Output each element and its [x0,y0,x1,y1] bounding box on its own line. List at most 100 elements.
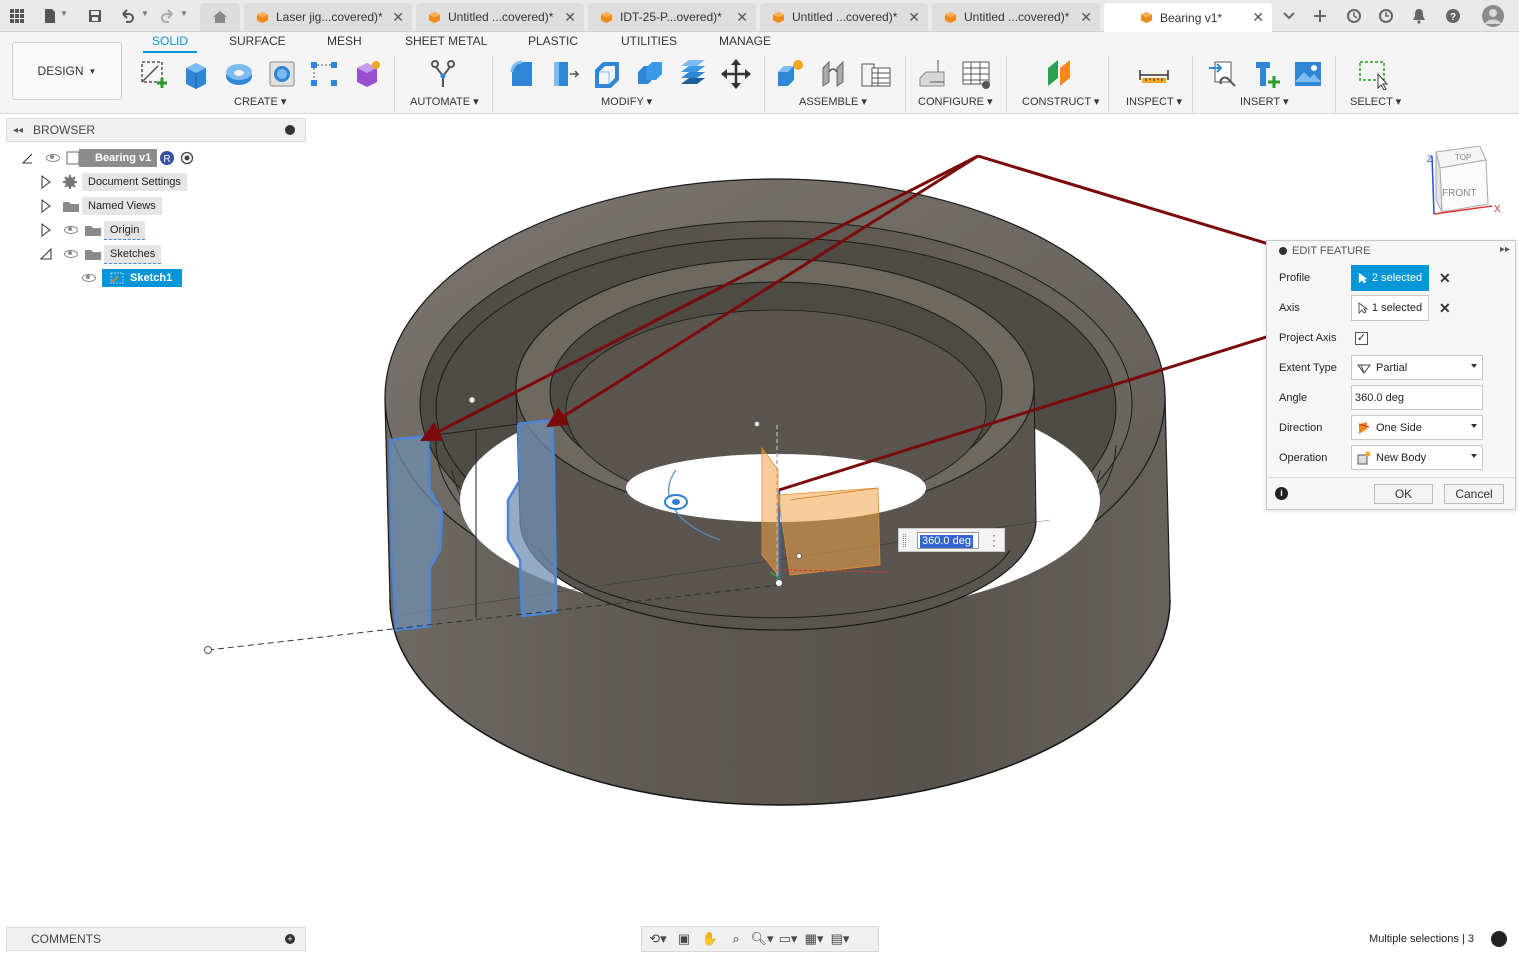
browser-panel-header[interactable]: ◂◂ BROWSER [6,118,306,142]
zoom-icon[interactable]: ⌕ [724,929,748,949]
more-options-icon[interactable]: · · · [992,529,996,551]
direction-dropdown[interactable]: One Side [1351,415,1483,440]
view-cube-front-label[interactable]: FRONT [1442,188,1476,199]
combine-icon[interactable] [632,56,668,92]
create-form-icon[interactable] [349,56,385,92]
measure-icon[interactable] [1136,56,1172,92]
group-create[interactable]: CREATE ▾ [234,95,286,108]
activate-radio-icon[interactable] [179,150,195,166]
expand-triangle-icon[interactable] [40,223,52,237]
display-settings-icon[interactable]: ▭▾ [776,929,800,949]
press-pull-icon[interactable] [504,56,540,92]
redo-caret-icon[interactable]: ▼ [180,9,188,18]
tab-mesh[interactable]: MESH [327,34,362,48]
notifications-bell-icon[interactable] [1407,4,1431,28]
comments-panel-header[interactable]: COMMENTS + [6,927,306,951]
tree-item-document-settings[interactable]: Document Settings [40,172,187,192]
new-component-icon[interactable] [772,56,808,92]
operation-dropdown[interactable]: New Body [1351,445,1483,470]
browser-pin-icon[interactable] [285,125,295,135]
clear-profile-icon[interactable]: ✕ [1439,270,1451,287]
info-icon[interactable]: i [1275,487,1288,500]
collapse-triangle-icon[interactable] [22,152,32,164]
tab-sheet-metal[interactable]: SHEET METAL [405,34,487,48]
expand-dialog-icon[interactable]: ▸▸ [1500,244,1510,255]
undo-caret-icon[interactable]: ▼ [141,9,149,18]
group-inspect[interactable]: INSPECT ▾ [1126,95,1182,108]
pan-hand-icon[interactable]: ✋ [698,929,722,949]
close-tab-icon[interactable]: ✕ [392,9,404,26]
profile-select-button[interactable]: 2 selected [1351,265,1429,291]
visibility-eye-icon[interactable] [46,154,60,162]
expand-triangle-icon[interactable] [40,199,52,213]
move-copy-icon[interactable] [718,56,754,92]
close-tab-icon[interactable]: ✕ [908,9,920,26]
expand-triangle-icon[interactable] [40,175,52,189]
collapse-browser-icon[interactable]: ◂◂ [13,125,23,136]
close-tab-icon[interactable]: ✕ [564,9,576,26]
viewports-icon[interactable]: ▤▾ [828,929,852,949]
angle-input-field[interactable]: 360.0 deg [917,532,979,549]
group-automate[interactable]: AUTOMATE ▾ [410,95,479,108]
group-select[interactable]: SELECT ▾ [1350,95,1401,108]
project-axis-checkbox[interactable]: ✓ [1355,332,1368,345]
axis-select-button[interactable]: 1 selected [1351,295,1429,321]
app-grid-icon[interactable] [5,4,29,28]
add-comment-icon[interactable]: + [285,934,295,944]
tab-bearing-v1[interactable]: Bearing v1* ✕ [1104,3,1272,32]
file-menu-icon[interactable] [38,4,62,28]
view-cube-top-label[interactable]: TOP [1455,153,1471,162]
automate-icon[interactable] [425,56,461,92]
look-at-icon[interactable]: ▣ [672,929,696,949]
drag-grip-icon[interactable] [903,534,906,547]
tab-surface[interactable]: SURFACE [229,34,286,48]
job-status-icon[interactable] [1374,4,1398,28]
visibility-eye-icon[interactable] [64,226,78,234]
group-construct[interactable]: CONSTRUCT ▾ [1022,95,1099,108]
close-tab-icon[interactable]: ✕ [736,9,748,26]
insert-mcmaster-icon[interactable] [1248,56,1284,92]
clear-axis-icon[interactable]: ✕ [1439,300,1451,317]
sync-icon[interactable] [1342,4,1366,28]
tab-untitled-1[interactable]: Untitled ...covered)* ✕ [416,3,584,31]
cancel-button[interactable]: Cancel [1444,484,1504,504]
ok-button[interactable]: OK [1374,484,1433,504]
view-cube[interactable]: TOP FRONT X Z [1427,145,1501,215]
dialog-header[interactable]: EDIT FEATURE ▸▸ [1267,241,1515,261]
angle-manipulator-input[interactable]: 360.0 deg · · · [898,528,1005,552]
workspace-switcher[interactable]: DESIGN ▼ [12,42,122,100]
home-tab[interactable] [200,3,240,31]
create-sketch-icon[interactable] [136,56,172,92]
tree-item-origin[interactable]: Origin [40,220,146,240]
tree-item-sketches[interactable]: Sketches [40,244,162,264]
status-indicator-icon[interactable] [1491,931,1507,947]
close-tab-icon[interactable]: ✕ [1252,9,1264,26]
tab-laser-jig[interactable]: Laser jig...covered)* ✕ [244,3,412,31]
hole-icon[interactable] [264,56,300,92]
revolve-icon[interactable] [221,56,257,92]
undo-icon[interactable] [115,4,139,28]
tab-solid[interactable]: SOLID [152,34,188,48]
tab-manage[interactable]: MANAGE [719,34,771,48]
visibility-eye-icon[interactable] [82,274,96,282]
visibility-eye-icon[interactable] [64,250,78,258]
offset-plane-icon[interactable] [1042,56,1078,92]
file-menu-caret-icon[interactable]: ▼ [60,9,68,18]
redo-icon[interactable] [156,4,180,28]
window-select-icon[interactable] [1356,56,1392,92]
new-tab-icon[interactable] [1308,4,1332,28]
configuration-table-icon[interactable] [958,56,994,92]
tab-utilities[interactable]: UTILITIES [621,34,677,48]
bill-of-materials-icon[interactable] [858,56,894,92]
joint-icon[interactable] [815,56,851,92]
tree-item-named-views[interactable]: Named Views [40,196,162,216]
tab-untitled-2[interactable]: Untitled ...covered)* ✕ [760,3,928,31]
tab-idt-25[interactable]: IDT-25-P...overed)* ✕ [588,3,756,31]
collapse-triangle-icon[interactable] [40,248,52,260]
group-configure[interactable]: CONFIGURE ▾ [918,95,993,108]
fillet-icon[interactable] [546,56,582,92]
help-icon[interactable]: ? [1441,4,1465,28]
tab-overflow-icon[interactable] [1277,4,1301,28]
extent-type-dropdown[interactable]: Partial [1351,355,1483,380]
extrude-icon[interactable] [178,56,214,92]
